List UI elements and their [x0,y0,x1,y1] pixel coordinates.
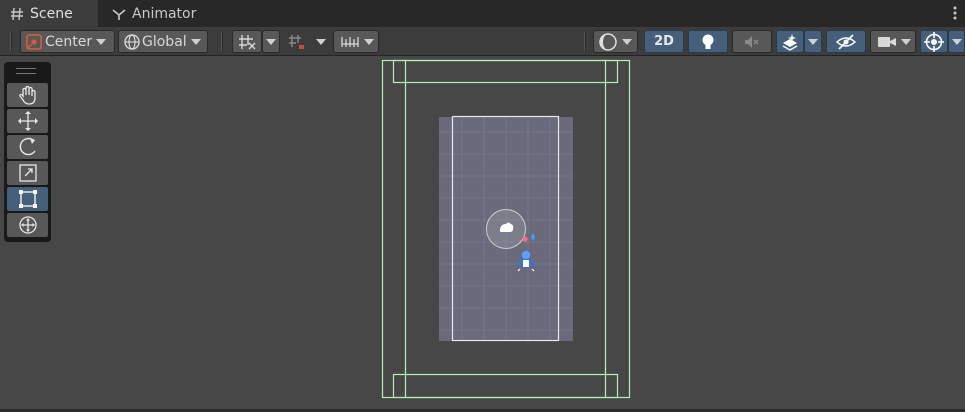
chevron-down-icon [901,38,911,45]
draw-mode-dropdown[interactable] [593,30,638,53]
scene-toolbar: Center Global 2D [0,27,965,56]
hand-icon [17,84,39,106]
effects-layers-icon [781,33,799,51]
pivot-rotation-dropdown[interactable]: Global [118,30,208,53]
scene-visibility-toggle[interactable] [826,30,866,53]
chevron-down-icon [266,38,276,45]
hash-icon [8,5,26,23]
chevron-down-icon [951,38,962,45]
shading-mode-icon [598,32,618,52]
scene-viewport[interactable] [0,57,965,409]
rect-tool[interactable] [7,187,48,211]
audio-toggle[interactable] [732,30,772,53]
grid-snap-button[interactable] [232,30,262,53]
pivot-mode-dropdown[interactable]: Center [20,30,115,53]
scene-camera-dropdown[interactable] [870,30,916,53]
increment-snap-button[interactable] [284,30,312,53]
audio-muted-icon [743,34,761,50]
rect-icon [17,188,39,210]
hand-tool[interactable] [7,83,48,107]
tab-scene[interactable]: Scene [0,0,98,27]
pivot-rotation-label: Global [142,33,187,50]
transform-tool[interactable] [7,213,48,237]
gizmos-icon [924,31,944,52]
chevron-down-icon [364,38,374,45]
lighting-toggle[interactable] [688,30,728,53]
scene-window: Scene Animator Center Global 2D [0,0,965,412]
pink-gem-icon [522,236,528,242]
rotate-tool[interactable] [7,135,48,159]
increment-snap-dropdown[interactable] [312,30,330,53]
2d-mode-label: 2D [654,34,674,49]
grid-snap-icon [237,33,257,51]
transform-icon [17,214,39,236]
ruler-icon [340,33,360,51]
snap-magnet-icon [288,33,308,51]
scale-tool[interactable] [7,161,48,185]
chevron-down-icon [316,38,326,45]
player-circle-collider[interactable] [486,209,526,249]
chevron-down-icon [808,38,818,45]
eye-hidden-icon [835,33,857,50]
grid-snap-dropdown[interactable] [262,30,280,53]
chevron-down-icon [96,38,107,45]
pivot-mode-label: Center [45,33,93,50]
drag-handle-icon[interactable] [16,68,36,74]
effects-dropdown[interactable] [804,30,822,53]
rotate-icon [17,136,39,158]
chevron-down-icon [622,38,632,45]
lightbulb-icon [700,33,716,51]
ruler-dropdown[interactable] [333,30,379,53]
move-tool[interactable] [7,109,48,133]
tools-overlay [4,62,51,242]
toolbar-separator [221,32,223,51]
toolbar-separator [10,32,12,51]
tab-scene-label: Scene [30,5,73,22]
globe-icon [123,33,141,51]
pivot-center-icon [25,33,43,51]
gizmos-dropdown[interactable] [948,30,965,53]
animator-icon [110,5,128,23]
effects-toggle[interactable] [776,30,804,53]
move-icon [17,110,39,132]
camera-icon [877,34,897,50]
toolbar-separator [584,32,586,51]
2d-mode-toggle[interactable]: 2D [644,30,684,53]
tab-bar: Scene Animator [0,0,965,27]
tab-animator-label: Animator [132,5,197,22]
chevron-down-icon [190,38,201,45]
tab-animator[interactable]: Animator [106,0,226,27]
more-options-icon[interactable] [951,4,959,22]
scale-icon [17,162,39,184]
gizmos-toggle[interactable] [920,30,948,53]
